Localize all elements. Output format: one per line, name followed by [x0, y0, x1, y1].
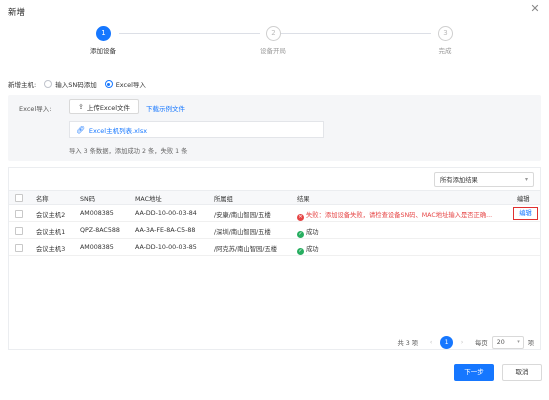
upload-excel-label: 上传Excel文件	[86, 103, 131, 112]
step-connector	[281, 33, 431, 34]
header-edit: 编辑	[517, 196, 530, 203]
page-size-unit: 项	[527, 339, 534, 347]
excel-import-panel: Excel导入: ⇪ 上传Excel文件 下载示例文件 🔗︎ Excel主机列表…	[8, 95, 541, 161]
dialog-title: 新增	[8, 8, 26, 18]
edit-row-button[interactable]: 编辑	[513, 207, 538, 220]
uploaded-file-name: Excel主机列表.xlsx	[88, 126, 148, 135]
row-sn: AM008385	[80, 210, 114, 217]
radio-excel-label: Excel导入	[115, 81, 146, 89]
chevron-down-icon: ▾	[517, 338, 520, 345]
table-row: 会议主机1 QPZ-8AC588 AA-3A-FE-8A-C5-88 /深圳/南…	[9, 223, 540, 239]
table-row: 会议主机3 AM008385 AA-DD-10-00-03-85 /阿克苏/南山…	[9, 240, 540, 256]
success-icon: ✓	[297, 231, 304, 238]
row-checkbox[interactable]	[15, 227, 23, 235]
row-name: 会议主机1	[36, 229, 66, 236]
radio-sn-input[interactable]: 输入SN码添加	[44, 79, 97, 89]
result-table-panel: 所有添加结果 ▾ 名称 SN码 MAC地址 所属组 结果 编辑 会议主机2 AM…	[8, 167, 541, 350]
row-mac: AA-DD-10-00-03-85	[135, 244, 197, 251]
row-result: ✓ 成功	[297, 244, 319, 255]
row-name: 会议主机3	[36, 246, 66, 253]
add-device-dialog: 新增 ✕ 1 添加设备 2 设备开局 3 完成 新增主机: 输入SN码添加 Ex…	[0, 0, 549, 400]
header-group: 所属组	[214, 196, 233, 203]
radio-dot	[44, 80, 53, 88]
next-page-icon[interactable]: ›	[457, 339, 467, 346]
excel-import-label: Excel导入:	[19, 105, 52, 113]
host-type-row: 新增主机: 输入SN码添加 Excel导入	[8, 78, 146, 90]
cancel-button[interactable]: 取消	[502, 364, 542, 381]
row-result: ✕ 失败：添加设备失败，请检查设备SN码、MAC地址输入是否正确...	[297, 210, 492, 221]
radio-excel-import[interactable]: Excel导入	[104, 79, 146, 89]
step-indicator: 1 添加设备 2 设备开局 3 完成	[0, 26, 549, 62]
close-icon[interactable]: ✕	[529, 3, 541, 15]
result-filter-select[interactable]: 所有添加结果 ▾	[434, 172, 534, 187]
radio-sn-label: 输入SN码添加	[55, 81, 97, 89]
step-3-label: 完成	[438, 47, 452, 55]
upload-icon: ⇪	[77, 102, 84, 111]
row-checkbox[interactable]	[15, 210, 23, 218]
step-connector	[119, 33, 260, 34]
prev-page-icon[interactable]: ‹	[426, 339, 436, 346]
step-2-label: 设备开局	[260, 47, 286, 55]
radio-dot	[104, 80, 113, 88]
pagination-total: 共 3 项	[397, 339, 419, 347]
per-page-label: 每页	[475, 339, 488, 347]
row-sn: AM008385	[80, 244, 114, 251]
next-step-button[interactable]: 下一步	[454, 364, 494, 381]
row-result-text: 成功	[306, 229, 319, 236]
success-icon: ✓	[297, 248, 304, 255]
table-row: 会议主机2 AM008385 AA-DD-10-00-03-84 /安康/南山智…	[9, 206, 540, 222]
paperclip-icon: 🔗︎	[76, 125, 85, 134]
header-result: 结果	[297, 196, 310, 203]
row-mac: AA-3A-FE-8A-C5-88	[135, 227, 196, 234]
error-icon: ✕	[297, 214, 304, 221]
import-summary: 导入 3 条数据，添加成功 2 条，失败 1 条	[69, 148, 188, 155]
page-number-current[interactable]: 1	[440, 335, 454, 349]
table-header: 名称 SN码 MAC地址 所属组 结果 编辑	[9, 190, 540, 205]
row-group: /安康/南山智园/五楼	[214, 212, 271, 219]
header-sn: SN码	[80, 196, 96, 203]
row-sn: QPZ-8AC588	[80, 227, 120, 234]
step-1-circle: 1	[96, 26, 111, 41]
row-result-text: 失败：添加设备失败，请检查设备SN码、MAC地址输入是否正确...	[306, 212, 493, 219]
row-mac: AA-DD-10-00-03-84	[135, 210, 197, 217]
row-result: ✓ 成功	[297, 227, 319, 238]
row-group: /阿克苏/南山智园/五楼	[214, 246, 278, 253]
header-name: 名称	[36, 196, 49, 203]
row-result-text: 成功	[306, 246, 319, 253]
chevron-down-icon: ▾	[524, 176, 528, 183]
page-size-value: 20	[496, 338, 505, 346]
step-3-circle: 3	[438, 26, 453, 41]
row-checkbox[interactable]	[15, 244, 23, 252]
upload-excel-button[interactable]: ⇪ 上传Excel文件	[69, 99, 139, 114]
uploaded-file[interactable]: 🔗︎ Excel主机列表.xlsx	[69, 121, 324, 138]
row-name: 会议主机2	[36, 212, 66, 219]
select-all-checkbox[interactable]	[15, 194, 23, 202]
pagination: 共 3 项 ‹ 1 › 每页 20 ▾ 项	[397, 335, 534, 349]
row-group: /深圳/南山智园/五楼	[214, 229, 271, 236]
host-type-label: 新增主机:	[8, 81, 37, 89]
result-filter-value: 所有添加结果	[440, 177, 478, 184]
header-mac: MAC地址	[135, 196, 162, 203]
download-sample-link[interactable]: 下载示例文件	[146, 103, 185, 113]
step-1-label: 添加设备	[90, 47, 116, 55]
step-2-circle: 2	[266, 26, 281, 41]
page-size-select[interactable]: 20 ▾	[491, 335, 524, 349]
